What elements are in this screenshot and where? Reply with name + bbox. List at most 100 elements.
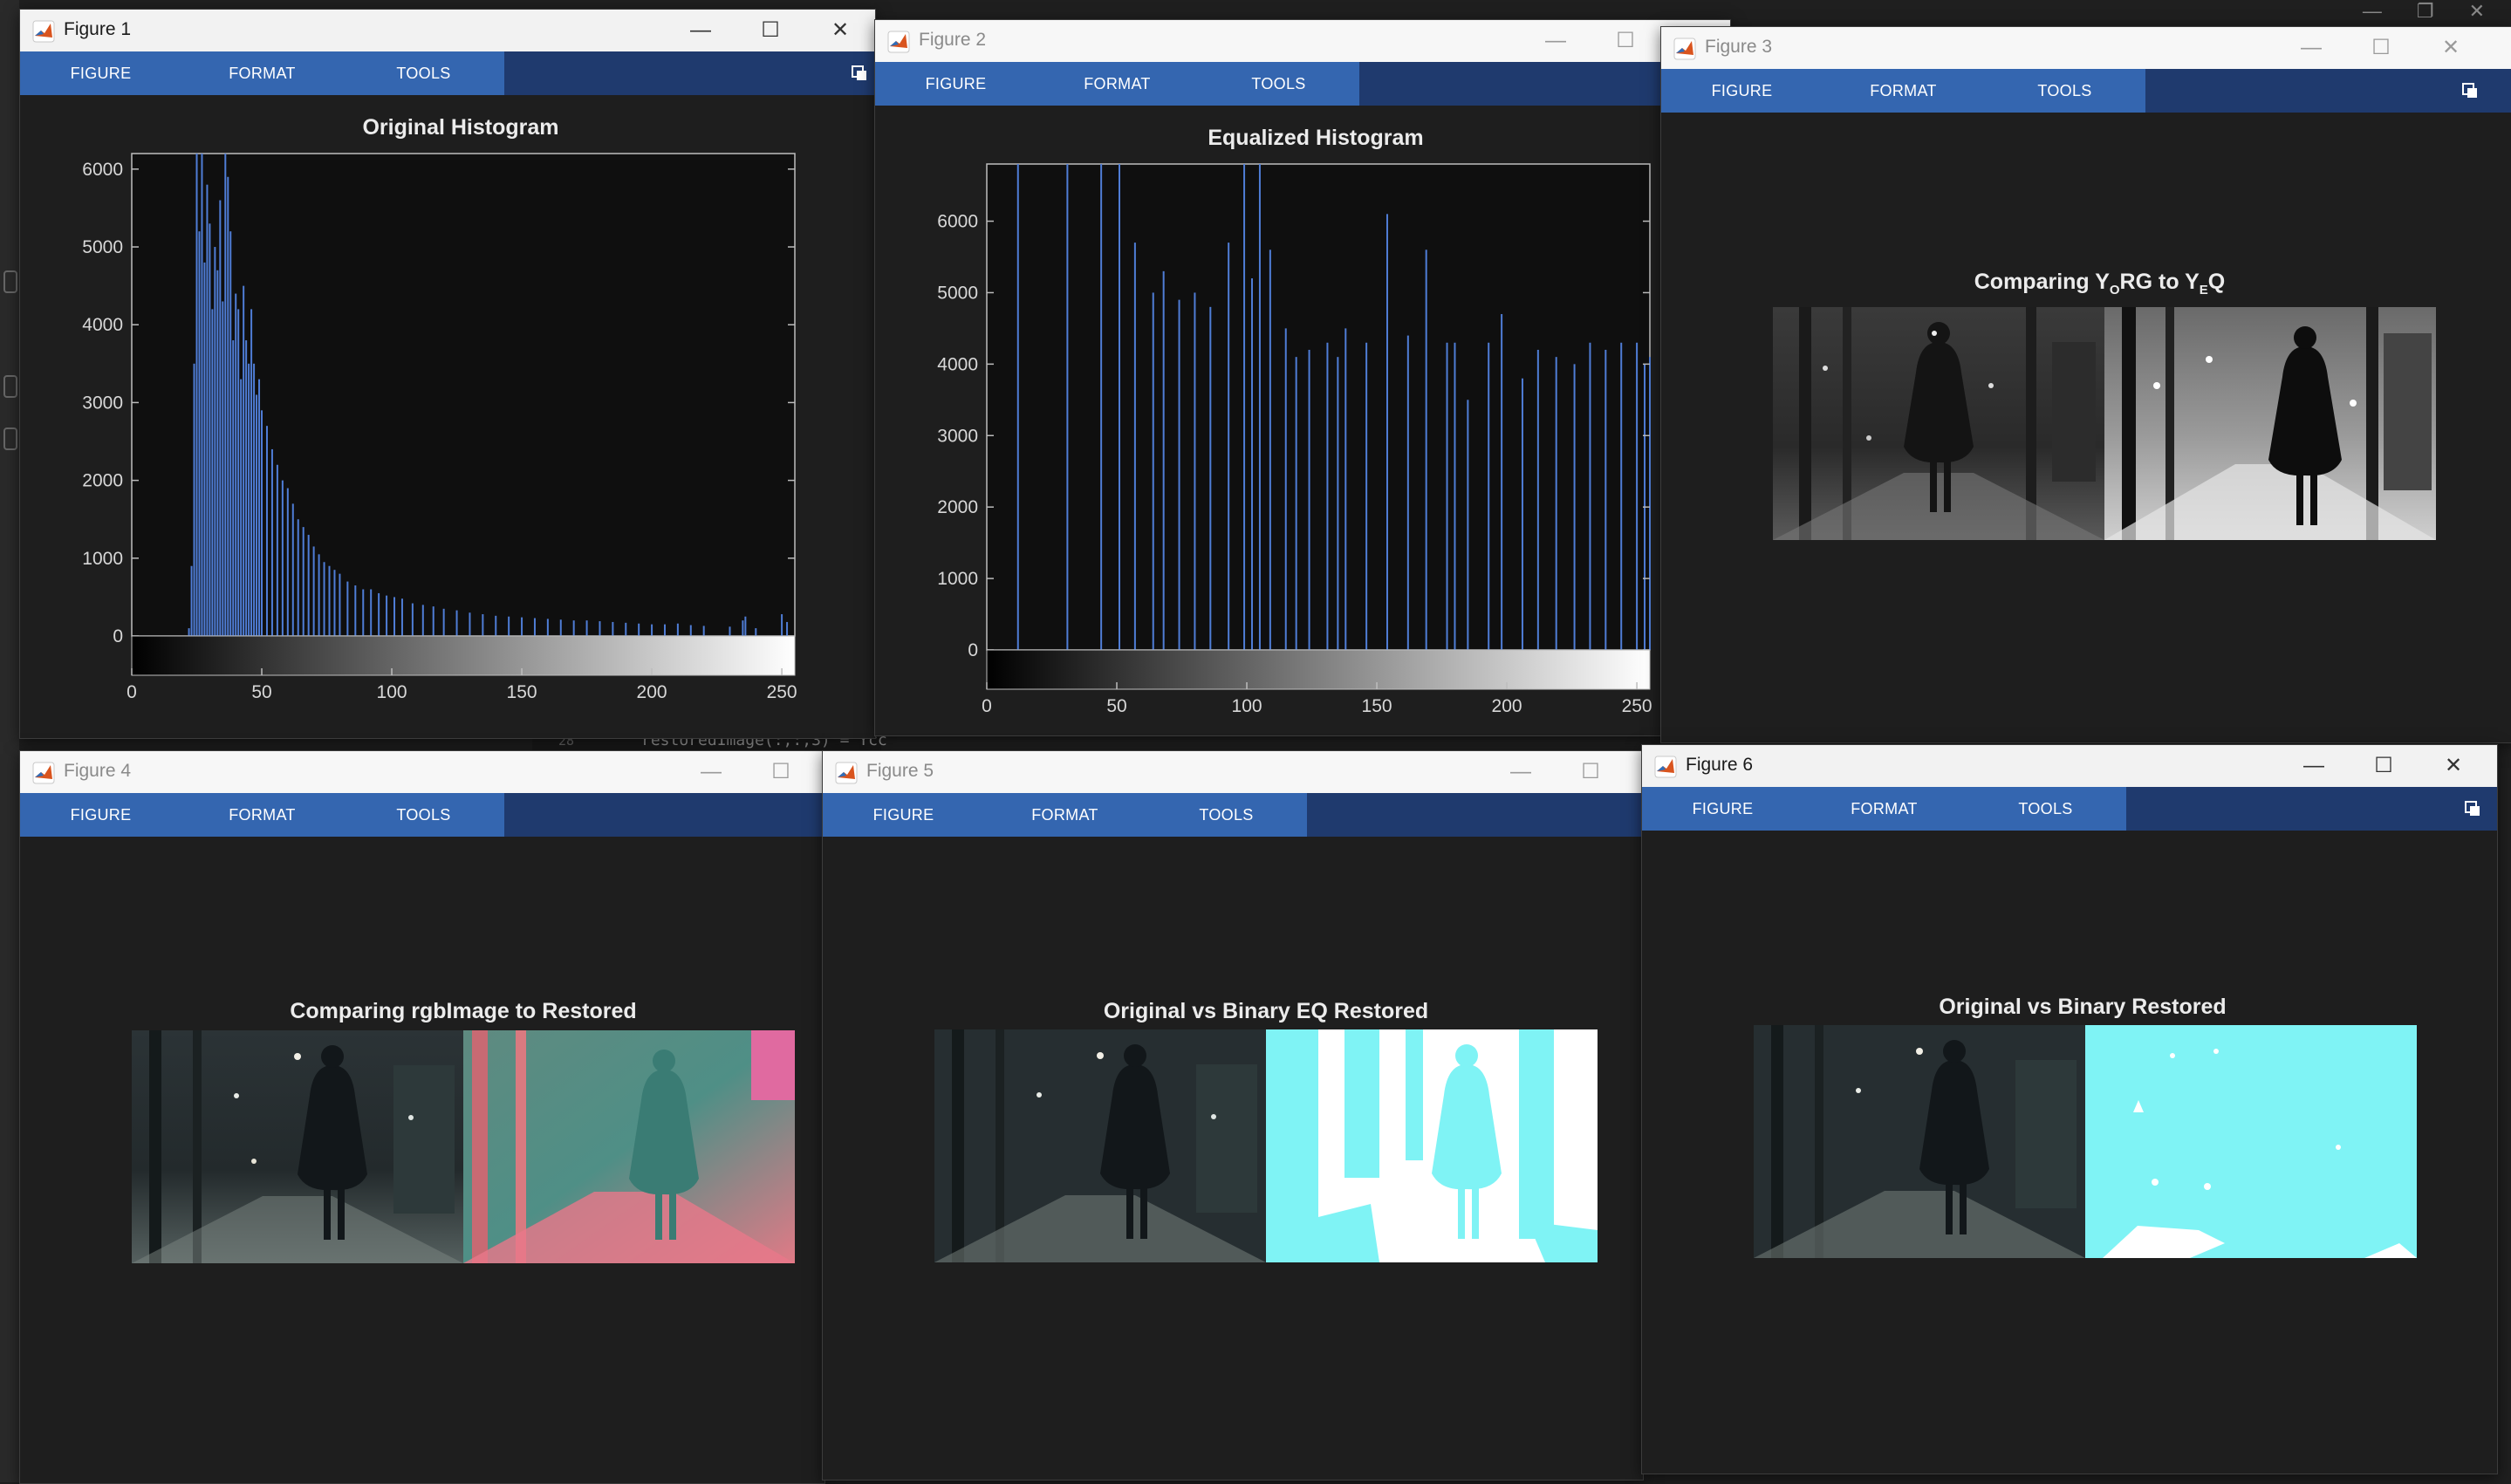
figure-4-window[interactable]: Figure 4 — ☐ FIGURE FORMAT TOOLS Compari… [19, 750, 825, 1484]
histogram-bar [442, 608, 445, 636]
tab-tools[interactable]: TOOLS [1984, 69, 2145, 113]
minimize-icon[interactable]: — [2279, 745, 2349, 787]
y-tick-label: 3000 [937, 426, 978, 446]
tab-figure[interactable]: FIGURE [1642, 787, 1803, 831]
tab-format[interactable]: FORMAT [181, 793, 343, 837]
matlab-icon [887, 31, 910, 53]
histogram-bar [1454, 342, 1456, 650]
histogram-bar [729, 626, 731, 636]
tab-figure[interactable]: FIGURE [20, 51, 181, 95]
undock-icon[interactable] [2461, 82, 2479, 99]
histogram-bar [1228, 243, 1230, 650]
close-icon[interactable]: ✕ [2469, 0, 2485, 30]
maximize-icon[interactable]: ☐ [2349, 745, 2419, 787]
tab-tools[interactable]: TOOLS [1965, 787, 2126, 831]
histogram-bar [346, 581, 349, 636]
minimize-icon[interactable]: — [676, 751, 746, 793]
figure-6-window[interactable]: Figure 6 — ☐ ✕ FIGURE FORMAT TOOLS Origi… [1641, 744, 2498, 1474]
tab-tools[interactable]: TOOLS [1198, 62, 1359, 106]
y-tick-label: 6000 [937, 212, 978, 232]
histogram-bar [689, 625, 692, 636]
maximize-icon[interactable]: ☐ [736, 10, 805, 51]
y-tick-label: 0 [113, 626, 123, 646]
title-bar[interactable]: Figure 3 — ☐ ✕ [1661, 27, 2511, 69]
y-tick-label: 4000 [82, 315, 123, 335]
histogram-bar [270, 448, 273, 636]
tab-figure[interactable]: FIGURE [875, 62, 1037, 106]
x-tick-label: 200 [1492, 696, 1522, 716]
histogram-bar [354, 585, 357, 636]
minimize-icon[interactable]: — [666, 10, 736, 51]
figure-5-window[interactable]: Figure 5 — ☐ FIGURE FORMAT TOOLS Origina… [822, 750, 1644, 1481]
histogram-bar [1016, 164, 1019, 650]
histogram-bar [261, 410, 263, 636]
tab-figure[interactable]: FIGURE [1661, 69, 1823, 113]
tab-tools[interactable]: TOOLS [343, 51, 504, 95]
histogram-bar [1425, 250, 1427, 650]
figure-toolstrip: FIGURE FORMAT TOOLS [823, 793, 1643, 837]
histogram-bar [1488, 342, 1490, 650]
tab-format[interactable]: FORMAT [1037, 62, 1198, 106]
histogram-bar [1133, 243, 1136, 650]
maximize-icon[interactable]: ☐ [746, 751, 816, 793]
x-tick-label: 250 [1622, 696, 1652, 716]
tab-format[interactable]: FORMAT [1823, 69, 1984, 113]
maximize-icon[interactable]: ☐ [1556, 751, 1625, 793]
maximize-icon[interactable]: ☐ [1591, 20, 1660, 62]
x-tick-label: 100 [1232, 696, 1262, 716]
tab-tools[interactable]: TOOLS [1146, 793, 1307, 837]
figure-1-window[interactable]: Figure 1 — ☐ ✕ FIGURE FORMAT TOOLS Origi… [19, 9, 876, 739]
figure-toolstrip: FIGURE FORMAT TOOLS [20, 793, 824, 837]
histogram-bar [1269, 250, 1271, 650]
tab-figure[interactable]: FIGURE [823, 793, 984, 837]
histogram-bar [250, 309, 253, 636]
title-bar[interactable]: Figure 1 — ☐ ✕ [20, 10, 875, 51]
histogram-bar [297, 519, 299, 636]
histogram-bar [1100, 164, 1103, 650]
title-bar[interactable]: Figure 4 — ☐ [20, 751, 824, 793]
close-icon[interactable]: ✕ [2416, 27, 2486, 69]
y-tick-label: 1000 [82, 549, 123, 569]
histogram-bar [1162, 270, 1165, 650]
title-bar[interactable]: Figure 2 — ☐ [875, 20, 1730, 62]
undock-icon[interactable] [2464, 800, 2481, 817]
histogram-bar [663, 624, 666, 636]
window-title: Figure 5 [866, 761, 934, 781]
tab-format[interactable]: FORMAT [1803, 787, 1965, 831]
tab-figure[interactable]: FIGURE [20, 793, 181, 837]
minimize-icon[interactable]: — [2363, 0, 2382, 30]
figure-2-window[interactable]: Figure 2 — ☐ FIGURE FORMAT TOOLS Equaliz… [874, 19, 1731, 736]
minimize-icon[interactable]: — [1486, 751, 1556, 793]
undock-icon[interactable] [851, 65, 868, 82]
original-histogram-axes[interactable]: 0 1000 2000 3000 4000 5000 6000 0 50 100 150 200 250 [20, 143, 871, 728]
tab-tools[interactable]: TOOLS [343, 793, 504, 837]
histogram-bar [256, 394, 258, 636]
close-icon[interactable]: ✕ [805, 10, 875, 51]
original-rgb-image [1754, 1025, 2085, 1258]
y-tick-label: 1000 [937, 569, 978, 589]
plot-title: Original vs Binary Restored [1939, 995, 2227, 1019]
maximize-icon[interactable]: ☐ [2346, 27, 2416, 69]
figure-3-window[interactable]: Figure 3 — ☐ ✕ FIGURE FORMAT TOOLS Compa… [1660, 26, 2511, 743]
histogram-bar [386, 595, 388, 636]
close-icon[interactable]: ✕ [2419, 745, 2488, 787]
histogram-bar [312, 546, 315, 636]
histogram-bar [190, 565, 193, 636]
equalized-histogram-axes[interactable]: 0 1000 2000 3000 4000 5000 6000 0 50 100 150 200 250 [875, 154, 1726, 729]
restore-icon[interactable]: ❐ [2417, 0, 2434, 30]
histogram-bar [1194, 292, 1196, 650]
x-tick-label: 200 [637, 682, 667, 702]
histogram-bar [1501, 314, 1503, 650]
minimize-icon[interactable]: — [2276, 27, 2346, 69]
figure-toolstrip: FIGURE FORMAT TOOLS [1642, 787, 2497, 831]
matlab-icon [835, 762, 858, 784]
figure-toolstrip: FIGURE FORMAT TOOLS [20, 51, 875, 95]
histogram-bar [1385, 214, 1388, 650]
figure-canvas: Comparing YORG to YEQ [1661, 113, 2511, 742]
title-bar[interactable]: Figure 5 — ☐ [823, 751, 1643, 793]
histogram-bar [201, 154, 203, 636]
title-bar[interactable]: Figure 6 — ☐ ✕ [1642, 745, 2497, 787]
tab-format[interactable]: FORMAT [984, 793, 1146, 837]
minimize-icon[interactable]: — [1521, 20, 1591, 62]
tab-format[interactable]: FORMAT [181, 51, 343, 95]
